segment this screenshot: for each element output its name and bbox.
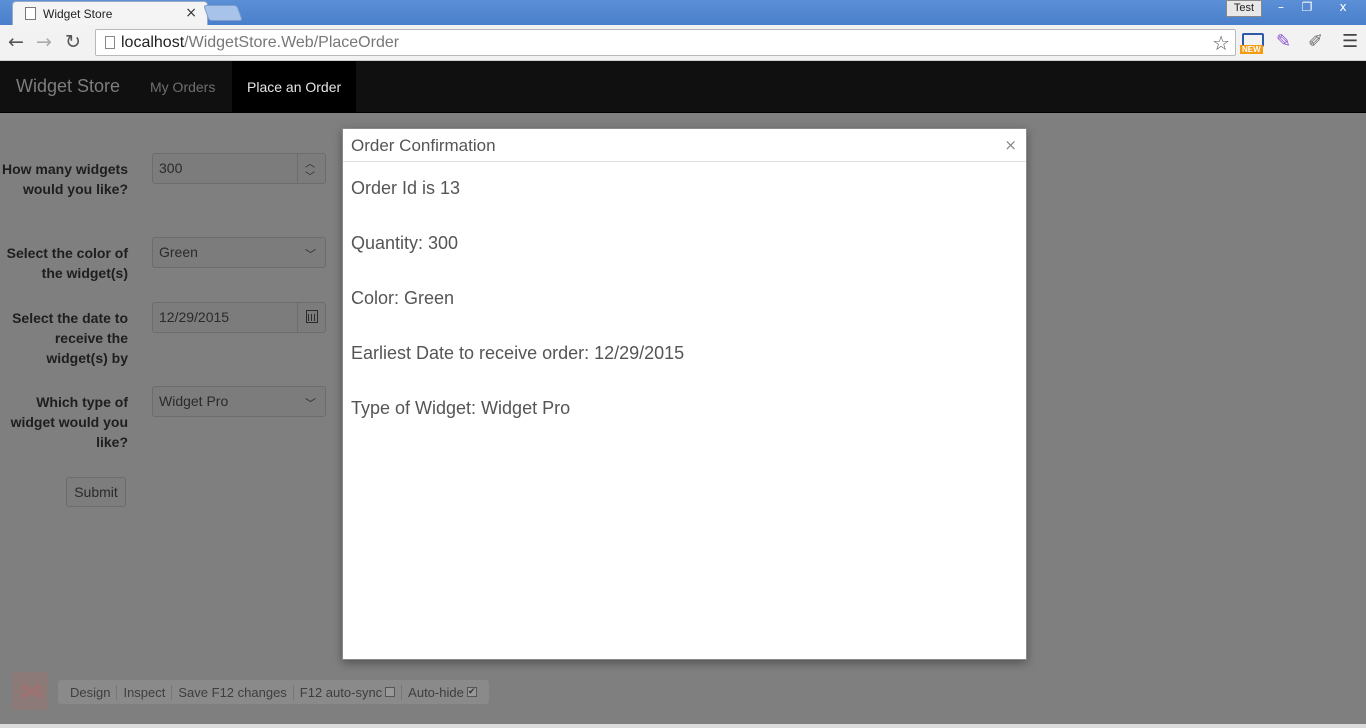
nav-place-order[interactable]: Place an Order	[232, 61, 357, 113]
page-icon	[25, 7, 36, 20]
tab-close-icon[interactable]: ×	[185, 5, 197, 21]
widget-type-select[interactable]: Widget Pro ﹀	[152, 386, 326, 417]
calendar-button[interactable]	[297, 303, 325, 332]
submit-button[interactable]: Submit	[66, 477, 126, 507]
visual-studio-logo-icon[interactable]: ⋈	[12, 672, 48, 710]
profile-button[interactable]: Test	[1226, 0, 1262, 17]
bookmark-star-icon[interactable]: ☆	[1212, 31, 1230, 55]
checkbox-unchecked[interactable]	[385, 687, 396, 697]
chevron-down-icon: ﹀	[305, 248, 316, 261]
auto-hide-toggle[interactable]: Auto-hide ✔	[402, 685, 483, 700]
status-strip	[0, 724, 1366, 728]
order-confirmation-modal: Order Confirmation × Order Id is 13 Quan…	[342, 128, 1027, 660]
address-bar[interactable]: localhost/WidgetStore.Web/PlaceOrder ☆	[95, 29, 1236, 56]
eyedropper-extension-icon[interactable]: ✐	[1308, 31, 1323, 52]
nav-my-orders[interactable]: My Orders	[135, 61, 230, 113]
date-label: Select the date to receive the widget(s)…	[12, 310, 128, 366]
quantity-stepper[interactable]: 300 ︿ ﹀	[152, 153, 326, 184]
inspect-button[interactable]: Inspect	[117, 684, 173, 700]
tab-title: Widget Store	[43, 7, 113, 21]
chevron-down-icon[interactable]: ﹀	[305, 168, 315, 183]
browser-tab-widget-store[interactable]: Widget Store ×	[12, 1, 208, 26]
chevron-down-icon: ﹀	[305, 397, 316, 410]
browser-toolbar: ← → ↻ localhost/WidgetStore.Web/PlaceOrd…	[0, 25, 1366, 61]
color-label: Select the color of the widget(s)	[6, 245, 128, 281]
widget-type-label: Which type of widget would you like?	[10, 394, 128, 450]
window-controls: – ❐ x	[1268, 0, 1366, 17]
f12-auto-sync-toggle[interactable]: F12 auto-sync	[294, 684, 403, 700]
modal-header: Order Confirmation ×	[343, 129, 1026, 162]
extension-screenshot-icon[interactable]: NEW	[1240, 33, 1266, 55]
modal-title: Order Confirmation	[351, 136, 496, 155]
quantity-text: Quantity: 300	[351, 233, 459, 253]
forward-arrow-icon[interactable]: →	[36, 31, 52, 53]
modal-body: Order Id is 13 Quantity: 300 Color: Gree…	[343, 162, 1026, 469]
color-text: Color: Green	[351, 288, 455, 308]
new-tab-button[interactable]	[203, 5, 243, 21]
design-button[interactable]: Design	[64, 684, 118, 700]
back-arrow-icon[interactable]: ←	[8, 31, 24, 53]
quantity-label: How many widgets would you like?	[1, 161, 128, 197]
checkbox-checked[interactable]: ✔	[466, 687, 477, 697]
calendar-icon	[306, 310, 318, 323]
browser-link-toolbar: Design Inspect Save F12 changes F12 auto…	[58, 680, 489, 704]
feather-extension-icon[interactable]: ✎	[1276, 31, 1291, 52]
minimize-button[interactable]: –	[1268, 0, 1294, 17]
reload-icon[interactable]: ↻	[65, 31, 81, 53]
close-icon[interactable]: ×	[1004, 136, 1017, 154]
close-window-button[interactable]: x	[1320, 0, 1366, 17]
widget-type-text: Type of Widget: Widget Pro	[351, 398, 571, 418]
url-text[interactable]: localhost/WidgetStore.Web/PlaceOrder	[121, 34, 399, 52]
menu-icon[interactable]: ☰	[1342, 31, 1358, 52]
date-input[interactable]: 12/29/2015	[152, 302, 326, 333]
browser-titlebar: Widget Store × Test – ❐ x	[0, 0, 1366, 26]
color-select[interactable]: Green ﹀	[152, 237, 326, 268]
app-navbar: Widget Store My Orders Place an Order	[0, 61, 1366, 113]
restore-button[interactable]: ❐	[1294, 0, 1320, 17]
save-f12-changes-button[interactable]: Save F12 changes	[172, 684, 294, 700]
page-icon	[105, 36, 115, 49]
earliest-date-text: Earliest Date to receive order: 12/29/20…	[351, 343, 685, 363]
brand-link[interactable]: Widget Store	[16, 76, 120, 97]
order-id-text: Order Id is 13	[351, 178, 461, 198]
